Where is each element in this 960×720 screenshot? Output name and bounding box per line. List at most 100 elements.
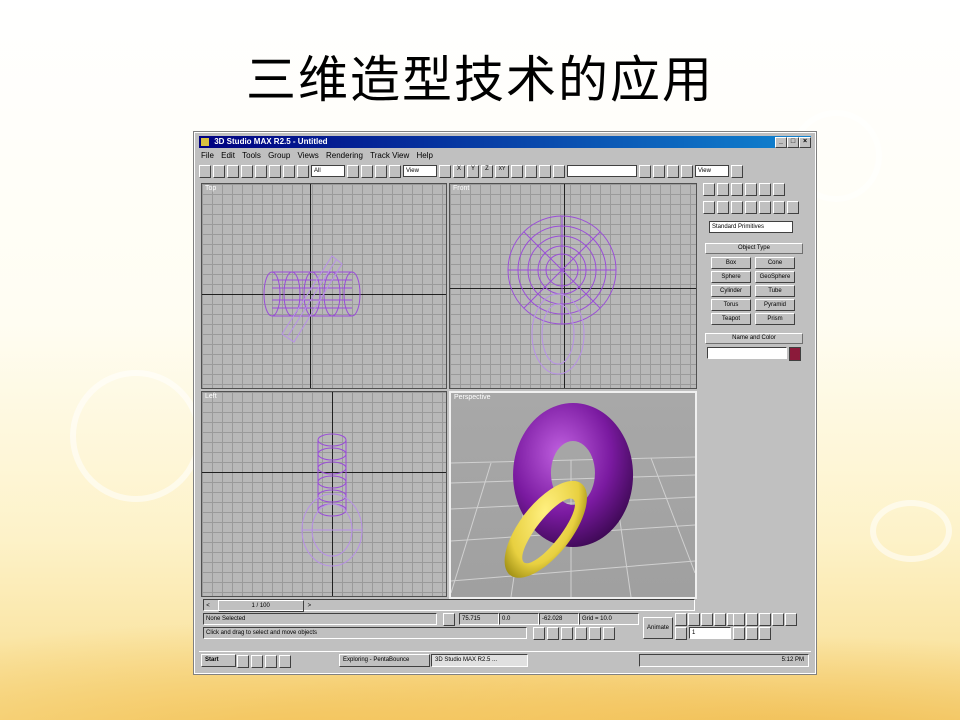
pivot-icon[interactable] <box>439 164 451 178</box>
menu-help[interactable]: Help <box>417 151 433 160</box>
next-frame-icon[interactable] <box>714 613 726 626</box>
zoom-extents-icon[interactable] <box>759 613 771 626</box>
sphere-button[interactable]: Sphere <box>711 271 751 283</box>
help-pointer-icon[interactable] <box>199 164 211 178</box>
zoom-icon[interactable] <box>733 613 745 626</box>
taskbar-3dsmax-button[interactable]: 3D Studio MAX R2.5 ... <box>431 654 528 667</box>
quick-launch-mail-icon[interactable] <box>265 655 277 668</box>
pan-icon[interactable] <box>733 627 745 640</box>
object-name-field[interactable] <box>707 347 787 359</box>
material-editor-icon[interactable] <box>653 164 665 178</box>
menu-file[interactable]: File <box>201 151 214 160</box>
spinner-snap-icon[interactable] <box>575 627 587 640</box>
viewport-perspective[interactable]: Perspective <box>449 391 697 599</box>
restrict-z-button[interactable]: Z <box>481 164 493 178</box>
degradation-override-icon[interactable] <box>603 627 615 640</box>
menu-rendering[interactable]: Rendering <box>326 151 363 160</box>
create-tab-icon[interactable] <box>703 183 715 196</box>
tube-button[interactable]: Tube <box>755 285 795 297</box>
teapot-button[interactable]: Teapot <box>711 313 751 325</box>
select-move-icon[interactable] <box>361 164 373 178</box>
quick-launch-channels-icon[interactable] <box>279 655 291 668</box>
box-button[interactable]: Box <box>711 257 751 269</box>
angle-snap-icon[interactable] <box>547 627 559 640</box>
select-icon[interactable] <box>283 164 295 178</box>
lock-selection-icon[interactable] <box>443 613 455 626</box>
undo-icon[interactable] <box>213 164 225 178</box>
viewport-front[interactable]: Front <box>449 183 697 389</box>
unlink-icon[interactable] <box>255 164 267 178</box>
frame-indicator[interactable]: 1 / 100 <box>217 600 304 612</box>
quick-launch-desktop-icon[interactable] <box>237 655 249 668</box>
link-icon[interactable] <box>241 164 253 178</box>
mirror-icon[interactable] <box>525 164 537 178</box>
category-dropdown[interactable]: Standard Primitives <box>709 221 793 233</box>
name-and-color-rollout[interactable]: Name and Color <box>705 333 803 344</box>
selection-filter-dropdown[interactable]: All <box>311 165 345 177</box>
key-mode-icon[interactable] <box>675 627 687 640</box>
close-icon[interactable]: × <box>799 137 811 148</box>
align-icon[interactable] <box>553 164 565 178</box>
bind-space-warp-icon[interactable] <box>269 164 281 178</box>
restrict-y-button[interactable]: Y <box>467 164 479 178</box>
object-color-swatch[interactable] <box>789 347 801 361</box>
object-type-rollout[interactable]: Object Type <box>705 243 803 254</box>
select-region-icon[interactable] <box>297 164 309 178</box>
restrict-x-button[interactable]: X <box>453 164 465 178</box>
zoom-extents-all-icon[interactable] <box>772 613 784 626</box>
reference-coordinate-dropdown[interactable]: View <box>403 165 437 177</box>
space-warps-icon[interactable] <box>773 201 785 214</box>
array-icon[interactable] <box>539 164 551 178</box>
named-selection-dropdown[interactable] <box>567 165 637 177</box>
viewport-top[interactable]: Top <box>201 183 447 389</box>
viewport-left[interactable]: Left <box>201 391 447 597</box>
menu-tools[interactable]: Tools <box>242 151 261 160</box>
geometry-icon[interactable] <box>703 201 715 214</box>
torus-button[interactable]: Torus <box>711 299 751 311</box>
play-icon[interactable] <box>701 613 713 626</box>
shapes-icon[interactable] <box>717 201 729 214</box>
zoom-all-icon[interactable] <box>746 613 758 626</box>
minimize-icon[interactable]: _ <box>775 137 787 148</box>
cone-button[interactable]: Cone <box>755 257 795 269</box>
render-scene-icon[interactable] <box>667 164 679 178</box>
systems-icon[interactable] <box>787 201 799 214</box>
geosphere-button[interactable]: GeoSphere <box>755 271 795 283</box>
time-slider[interactable]: < 1 / 100 > <box>203 599 695 612</box>
helpers-icon[interactable] <box>759 201 771 214</box>
snap-toggle-icon[interactable] <box>533 627 545 640</box>
prism-button[interactable]: Prism <box>755 313 795 325</box>
slider-right-arrow-icon[interactable]: > <box>305 601 313 611</box>
menu-group[interactable]: Group <box>268 151 290 160</box>
slider-left-arrow-icon[interactable]: < <box>204 601 212 611</box>
start-button[interactable]: Start <box>201 654 236 667</box>
menu-views[interactable]: Views <box>298 151 319 160</box>
pyramid-button[interactable]: Pyramid <box>755 299 795 311</box>
current-frame-field[interactable]: 1 <box>689 627 731 639</box>
arc-rotate-icon[interactable] <box>746 627 758 640</box>
select-scale-icon[interactable] <box>389 164 401 178</box>
percent-snap-icon[interactable] <box>561 627 573 640</box>
cylinder-button[interactable]: Cylinder <box>711 285 751 297</box>
quick-launch-browser-icon[interactable] <box>251 655 263 668</box>
modify-tab-icon[interactable] <box>717 183 729 196</box>
cameras-icon[interactable] <box>745 201 757 214</box>
menu-edit[interactable]: Edit <box>221 151 235 160</box>
motion-tab-icon[interactable] <box>745 183 757 196</box>
window-crossing-icon[interactable] <box>589 627 601 640</box>
render-last-icon[interactable] <box>731 164 743 178</box>
select-rotate-icon[interactable] <box>375 164 387 178</box>
animate-button[interactable]: Animate <box>643 617 673 639</box>
render-type-dropdown[interactable]: View <box>695 165 729 177</box>
track-view-icon[interactable] <box>639 164 651 178</box>
lights-icon[interactable] <box>731 201 743 214</box>
taskbar-explorer-button[interactable]: Exploring - PentaBounce <box>339 654 430 667</box>
select-by-name-icon[interactable] <box>347 164 359 178</box>
quick-render-icon[interactable] <box>681 164 693 178</box>
hierarchy-tab-icon[interactable] <box>731 183 743 196</box>
min-max-toggle-icon[interactable] <box>759 627 771 640</box>
display-tab-icon[interactable] <box>759 183 771 196</box>
region-zoom-icon[interactable] <box>785 613 797 626</box>
menu-track-view[interactable]: Track View <box>370 151 409 160</box>
previous-frame-icon[interactable] <box>688 613 700 626</box>
